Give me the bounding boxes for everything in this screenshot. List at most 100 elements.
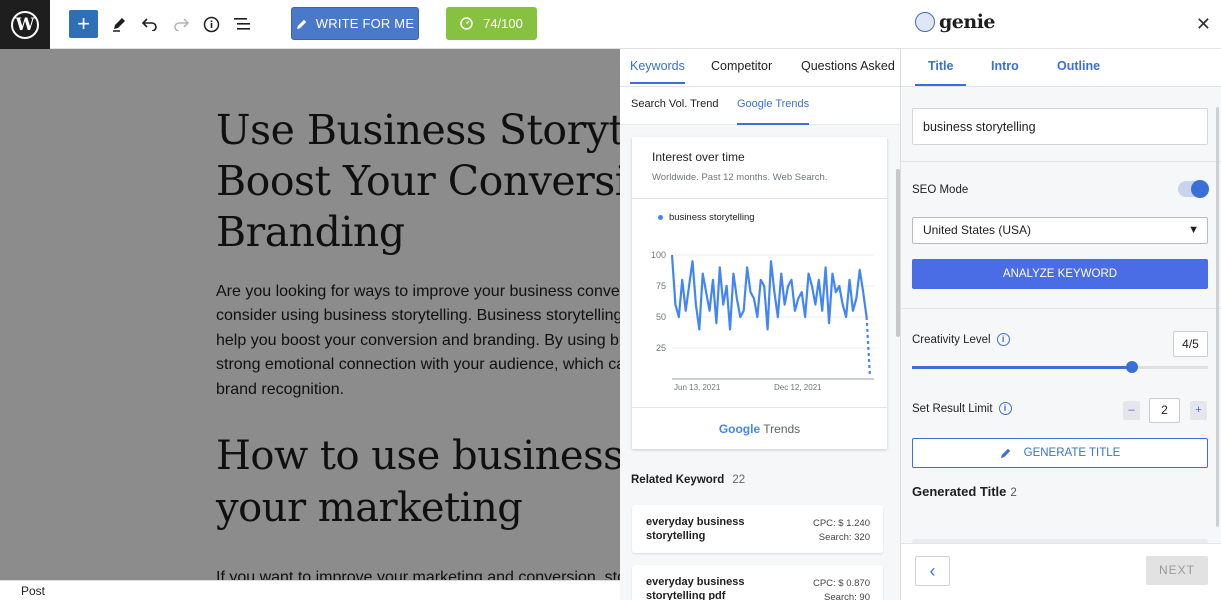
redo-icon xyxy=(174,18,189,31)
details-button[interactable] xyxy=(196,9,226,39)
trends-title: Interest over time xyxy=(652,150,745,164)
result-limit-input[interactable]: 2 xyxy=(1149,398,1180,423)
y-tick-label: 75 xyxy=(656,281,666,291)
trend-sub-tabs: Search Vol. Trend Google Trends xyxy=(620,87,900,125)
genie-brand: genie xyxy=(939,11,996,33)
generated-title-heading: Generated Title 2 xyxy=(912,484,1017,499)
y-tick-label: 25 xyxy=(656,343,666,353)
undo-button[interactable] xyxy=(135,9,165,39)
list-view-icon xyxy=(233,18,250,30)
keyword-metrics: CPC: $ 0.870 Search: 90 xyxy=(812,578,870,600)
genie-mascot-icon xyxy=(915,12,935,32)
chart-legend: business storytelling xyxy=(658,212,755,223)
scrollbar[interactable] xyxy=(896,169,900,337)
redo-button[interactable] xyxy=(166,9,196,39)
creativity-level-label: Creativity Level i xyxy=(912,333,1010,346)
pencil-icon xyxy=(1000,448,1010,458)
x-tick-label: Jun 13, 2021 xyxy=(674,383,721,392)
seo-mode-toggle[interactable] xyxy=(1178,180,1209,198)
tab-intro[interactable]: Intro xyxy=(991,59,1019,73)
genie-tabs: Title Intro Outline xyxy=(901,49,1221,87)
related-keyword-count: 22 xyxy=(732,474,746,486)
gauge-icon xyxy=(460,17,473,30)
chevron-left-icon: ‹ xyxy=(929,561,936,581)
analyze-keyword-button[interactable]: ANALYZE KEYWORD xyxy=(912,259,1208,289)
pencil-icon xyxy=(296,19,306,29)
genie-footer: ‹ NEXT xyxy=(901,543,1221,600)
plus-icon: + xyxy=(1195,404,1202,416)
seo-score-label: 74/100 xyxy=(483,16,523,31)
list-view-button[interactable] xyxy=(227,9,257,39)
tab-title[interactable]: Title xyxy=(915,59,967,86)
creativity-slider[interactable] xyxy=(912,361,1208,373)
keyword-name: everyday business storytelling xyxy=(646,516,745,542)
research-tabs: Keywords Competitor Questions Asked xyxy=(620,49,900,87)
related-keyword-item[interactable]: everyday business storytelling pdf CPC: … xyxy=(632,565,883,600)
creativity-value: 4/5 xyxy=(1173,331,1208,357)
tab-outline[interactable]: Outline xyxy=(1057,59,1100,73)
related-keyword-item[interactable]: everyday business storytelling CPC: $ 1.… xyxy=(632,505,883,553)
series-line xyxy=(670,254,868,331)
decrement-button[interactable]: – xyxy=(1123,401,1140,420)
google-trends-card: Interest over time Worldwide. Past 12 mo… xyxy=(632,137,887,449)
slider-handle[interactable] xyxy=(1126,361,1139,373)
keyword-input[interactable]: business storytelling xyxy=(912,108,1208,145)
generate-title-button[interactable]: GENERATE TITLE xyxy=(912,438,1208,468)
keyword-metrics: CPC: $ 1.240 Search: 320 xyxy=(812,518,870,543)
related-keyword-heading: Related Keyword 22 xyxy=(631,474,746,486)
seo-score-button[interactable]: 74/100 xyxy=(446,7,537,40)
pencil-icon xyxy=(113,18,125,32)
tab-questions-asked[interactable]: Questions Asked xyxy=(801,59,895,73)
plus-icon: + xyxy=(77,11,90,36)
google-trends-logo[interactable]: Google Trends xyxy=(632,422,887,436)
trends-wordmark: Trends xyxy=(760,422,801,436)
genie-panel: genie ✕ Title Intro Outline business sto… xyxy=(901,0,1221,600)
add-block-button[interactable]: + xyxy=(69,10,98,38)
keyword-research-panel: Keywords Competitor Questions Asked Sear… xyxy=(620,49,901,600)
legend-label: business storytelling xyxy=(669,212,755,223)
wordpress-logo[interactable]: W xyxy=(0,0,50,49)
google-wordmark: Google xyxy=(718,422,761,436)
undo-icon xyxy=(142,18,157,31)
seo-mode-label: SEO Mode xyxy=(912,184,969,196)
close-button[interactable]: ✕ xyxy=(1196,14,1211,35)
close-icon: ✕ xyxy=(1195,14,1211,34)
increment-button[interactable]: + xyxy=(1190,401,1207,420)
paragraph-block[interactable]: If you want to improve your marketing an… xyxy=(216,566,620,580)
genie-body: business storytelling SEO Mode United St… xyxy=(901,87,1221,543)
scrollbar[interactable] xyxy=(1216,107,1219,527)
tools-button[interactable] xyxy=(104,9,134,39)
breadcrumb-post[interactable]: Post xyxy=(21,584,45,598)
heading-block[interactable]: How to use business storytelling in your… xyxy=(216,430,620,534)
info-icon[interactable]: i xyxy=(996,333,1010,346)
tab-competitor[interactable]: Competitor xyxy=(711,59,772,73)
write-for-me-button[interactable]: WRITE FOR ME xyxy=(291,7,419,40)
tab-google-trends[interactable]: Google Trends xyxy=(737,98,810,125)
result-limit-label: Set Result Limit i xyxy=(912,402,1012,415)
post-title[interactable]: Use Business Storytelling to Boost Your … xyxy=(216,105,620,258)
keyword-name: everyday business storytelling pdf xyxy=(646,576,745,600)
tab-search-vol-trend[interactable]: Search Vol. Trend xyxy=(631,98,718,110)
trends-line-chart: 25 50 75 100 Jun 13, 2021 Dec 12, 2021 xyxy=(651,250,874,392)
genie-logo: genie xyxy=(915,11,996,33)
block-breadcrumb: Post xyxy=(0,580,620,600)
info-icon xyxy=(203,16,219,32)
back-button[interactable]: ‹ xyxy=(915,556,950,586)
next-button[interactable]: NEXT xyxy=(1146,556,1208,585)
minus-icon: – xyxy=(1128,404,1135,416)
y-tick-label: 50 xyxy=(656,312,666,322)
partial-data-segment xyxy=(865,316,872,377)
chevron-down-icon: ▼ xyxy=(1188,224,1199,236)
paragraph-block[interactable]: Are you looking for ways to improve your… xyxy=(216,280,620,402)
tab-keywords[interactable]: Keywords xyxy=(630,59,685,84)
genie-header: genie ✕ xyxy=(901,0,1221,49)
x-tick-label: Dec 12, 2021 xyxy=(774,383,822,392)
country-select[interactable]: United States (USA) ▼ xyxy=(912,217,1208,244)
y-tick-label: 100 xyxy=(651,250,666,260)
info-icon[interactable]: i xyxy=(998,402,1012,415)
generated-title-count: 2 xyxy=(1010,487,1017,499)
legend-dot xyxy=(658,215,663,220)
editor-canvas[interactable]: Use Business Storytelling to Boost Your … xyxy=(0,49,620,580)
write-for-me-label: WRITE FOR ME xyxy=(315,16,415,31)
editor-toolbar: W + WRITE FOR ME 74/100 xyxy=(0,0,901,49)
